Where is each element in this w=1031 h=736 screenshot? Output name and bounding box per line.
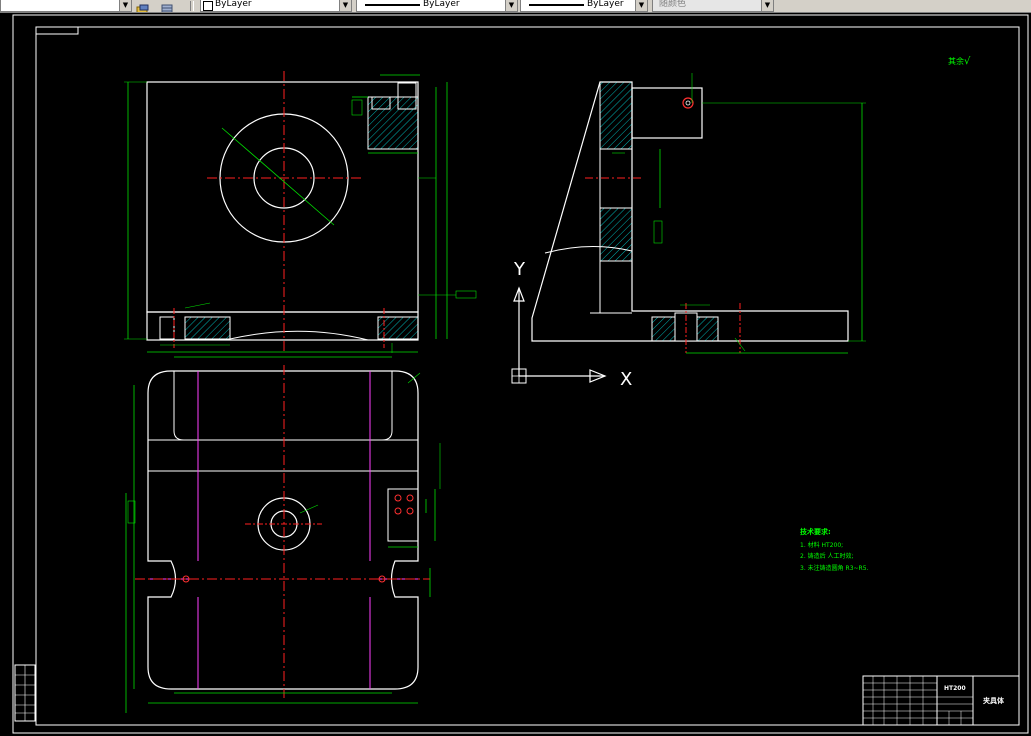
chevron-down-icon[interactable]: ▼ <box>761 0 773 11</box>
front-view-section-hatch <box>367 96 419 150</box>
color-control-label: ByLayer <box>215 0 252 9</box>
tech-item-3: 3. 未注铸造圆角 R3~R5. <box>800 564 869 572</box>
properties-toolbar: ▼ ByLayer ▼ ByLayer ▼ ByLayer ▼ 随颜色 ▼ <box>0 0 1031 13</box>
chevron-down-icon[interactable]: ▼ <box>119 0 131 11</box>
drill-hole <box>394 494 402 502</box>
base-relief-curve <box>229 330 369 341</box>
drill-hole <box>394 507 402 515</box>
sheet-number-box <box>35 26 79 35</box>
drill-hole <box>406 494 414 502</box>
plot-style-dropdown[interactable]: 随颜色 ▼ <box>652 0 774 12</box>
drill-hole <box>406 507 414 515</box>
layer-dropdown[interactable]: ▼ <box>0 0 132 12</box>
gdt-frame <box>351 99 363 116</box>
drill-plate <box>387 488 419 542</box>
side-view-outline <box>531 81 849 342</box>
chevron-down-icon[interactable]: ▼ <box>339 0 351 11</box>
side-view-boss <box>631 87 703 139</box>
diameter-leader <box>221 127 335 226</box>
linetype-label: ByLayer <box>423 0 460 9</box>
tech-title: 技术要求: <box>800 527 831 536</box>
side-pin-hole <box>682 97 694 109</box>
ucs-icon: Y X <box>511 259 632 390</box>
tech-item-1: 1. 材料 HT200; <box>800 541 843 549</box>
lineweight-dropdown[interactable]: ByLayer ▼ <box>520 0 648 12</box>
top-view-outline <box>147 370 419 690</box>
gdt-frame-side <box>653 220 663 244</box>
lineweight-label: ByLayer <box>587 0 624 9</box>
top-fillet-right <box>381 371 393 441</box>
lineweight-sample-icon <box>529 4 584 6</box>
leader-base <box>184 302 211 309</box>
title-block-part-name: 夹具体 <box>983 696 1005 705</box>
sheet-outer-border <box>12 14 1029 734</box>
top-view <box>125 356 441 713</box>
tech-item-2: 2. 铸造后 人工时效; <box>800 552 854 560</box>
revision-strip <box>14 664 36 722</box>
chevron-down-icon[interactable]: ▼ <box>635 0 647 11</box>
layer-states-icon[interactable] <box>136 0 150 12</box>
ucs-x-label: X <box>620 369 632 390</box>
layer-stack-icon[interactable] <box>160 0 174 12</box>
toolbar-separator <box>190 1 194 11</box>
top-fillet-left <box>173 371 185 441</box>
side-pin-hole-inner <box>685 100 691 106</box>
linetype-dropdown[interactable]: ByLayer ▼ <box>356 0 518 12</box>
technical-requirements: 技术要求: 1. 材料 HT200; 2. 铸造后 人工时效; 3. 未注铸造圆… <box>800 527 869 572</box>
ucs-y-label: Y <box>513 259 526 280</box>
gdt-frame-right <box>455 290 477 299</box>
front-view <box>124 71 477 353</box>
side-view <box>531 73 866 354</box>
plot-style-label: 随颜色 <box>659 0 687 9</box>
base-slot-left <box>159 316 175 340</box>
roughness-note: 其余 <box>948 56 964 66</box>
title-block-material: HT200 <box>944 685 966 692</box>
side-section-hatch-mid <box>599 207 633 262</box>
side-section-hatch-top <box>599 81 633 150</box>
color-swatch-icon <box>203 1 213 11</box>
front-view-base-hatch <box>184 316 231 340</box>
drawing-canvas[interactable]: Y X 其余 √ 技术要求: 1. 材料 HT200; 2. 铸造后 人工时效;… <box>0 13 1031 736</box>
chevron-down-icon[interactable]: ▼ <box>505 0 517 11</box>
color-control-dropdown[interactable]: ByLayer ▼ <box>200 0 352 12</box>
linetype-sample-icon <box>365 4 420 6</box>
roughness-symbol: √ <box>964 56 971 67</box>
title-block: HT200 夹具体 <box>862 675 1020 726</box>
